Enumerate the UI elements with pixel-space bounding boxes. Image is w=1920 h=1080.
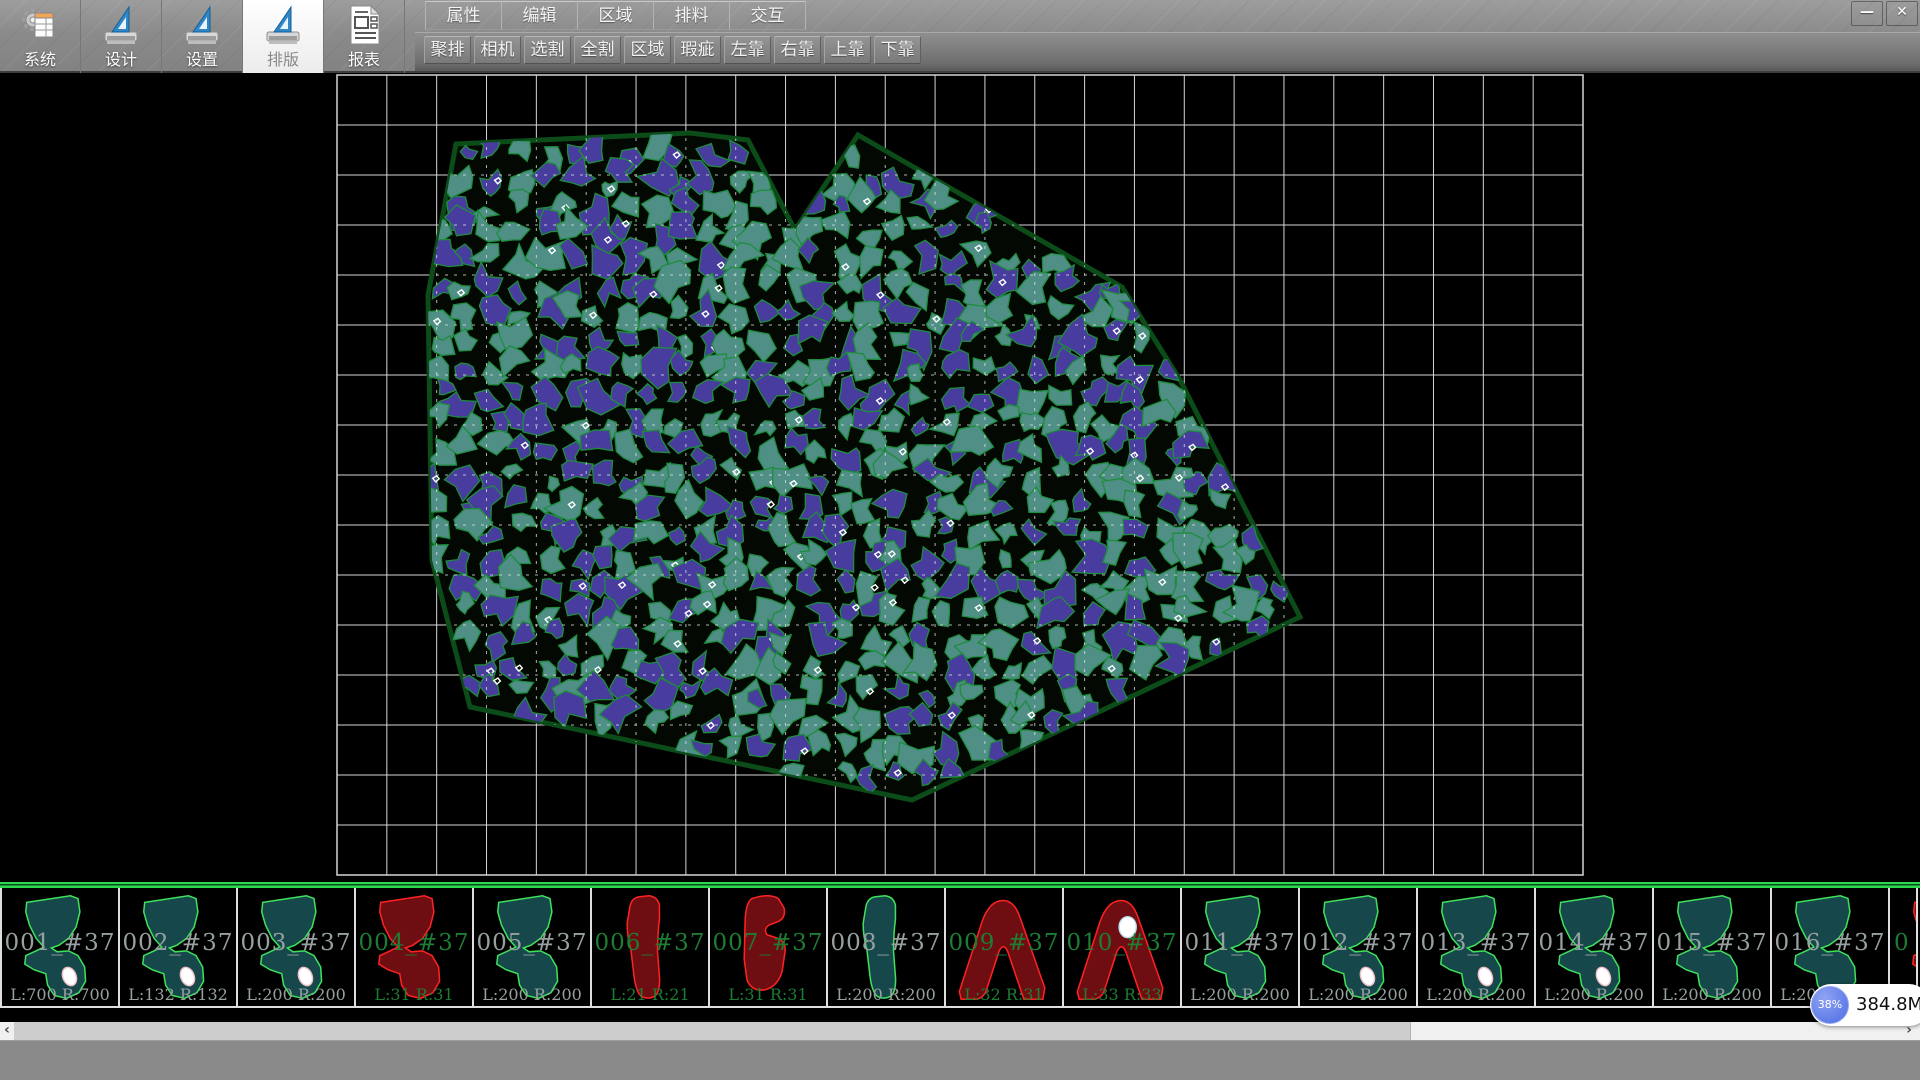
piece-thumbnail[interactable]: 002_#37 L:132 R:132 xyxy=(120,888,238,1006)
menu-tab-properties[interactable]: 属性 xyxy=(425,1,502,30)
piece-id-label: 016_#37 xyxy=(1772,930,1888,956)
memory-usage-label: 384.8M xyxy=(1856,984,1920,1026)
piece-thumbnail[interactable]: 004_#37 L:31 R:31 xyxy=(356,888,474,1006)
tool-button-align-top[interactable]: 上靠 xyxy=(824,36,871,64)
piece-count-label: L:200 R:200 xyxy=(1182,985,1298,1004)
menu-tab-edit[interactable]: 编辑 xyxy=(501,1,578,30)
menu-tab-interact[interactable]: 交互 xyxy=(729,1,806,30)
window-controls: — ✕ xyxy=(1851,1,1918,26)
piece-id-label: 013_#37 xyxy=(1418,930,1534,956)
piece-count-label: L:31 R:31 xyxy=(710,985,826,1004)
toolbar-button-label: 排版 xyxy=(243,46,323,70)
toolbar-button-label: 系统 xyxy=(0,46,80,70)
nesting-canvas[interactable] xyxy=(0,73,1920,882)
piece-id-label: 009_#37 xyxy=(946,930,1062,956)
toolbar-button-report[interactable]: 报表 xyxy=(324,0,405,73)
piece-id-label: 014_#37 xyxy=(1536,930,1652,956)
menu-tab-bar: 属性编辑区域排料交互 xyxy=(425,1,805,30)
piece-thumbnail[interactable]: 001_#37 L:700 R:700 xyxy=(2,888,120,1006)
toolbar-button-label: 设置 xyxy=(162,46,242,70)
piece-thumbnail[interactable]: 006_#37 L:21 R:21 xyxy=(592,888,710,1006)
piece-count-label: L:200 R:200 xyxy=(474,985,590,1004)
status-badge: 38% 384.8M xyxy=(1810,984,1920,1026)
piece-count-label: L:132 R:132 xyxy=(120,985,236,1004)
app-toolbar: 系统 设计 设置 排版 报表 xyxy=(0,0,405,73)
toolbar-button-nesting[interactable]: 排版 xyxy=(243,0,324,73)
nesting-drawing xyxy=(0,73,1920,882)
piece-id-label: 015_#37 xyxy=(1654,930,1770,956)
piece-id-label: 002_#37 xyxy=(120,930,236,956)
piece-id-label: 004_#37 xyxy=(356,930,472,956)
piece-thumbnail[interactable]: 011_#37 L:200 R:200 xyxy=(1182,888,1300,1006)
piece-count-label: L:31 R:31 xyxy=(356,985,472,1004)
scroll-left-arrow[interactable]: ‹ xyxy=(0,1022,14,1040)
piece-count-label: L:200 R:200 xyxy=(238,985,354,1004)
toolbar-button-label: 设计 xyxy=(81,46,161,70)
progress-percent-badge: 38% xyxy=(1811,986,1849,1024)
settings-ruler-icon xyxy=(182,3,222,47)
piece-thumbnail[interactable]: 015_#37 L:200 R:200 xyxy=(1654,888,1772,1006)
toolbar-button-settings[interactable]: 设置 xyxy=(162,0,243,73)
piece-count-label: L:200 R:200 xyxy=(1418,985,1534,1004)
system-gear-icon xyxy=(20,3,60,47)
status-bar xyxy=(0,1040,1920,1080)
toolbar-button-system[interactable]: 系统 xyxy=(0,0,81,73)
tool-button-defect[interactable]: 瑕疵 xyxy=(674,36,721,64)
menu-tab-material[interactable]: 排料 xyxy=(653,1,730,30)
minimize-button[interactable]: — xyxy=(1851,1,1883,26)
piece-count-label: L:21 R:21 xyxy=(592,985,708,1004)
piece-thumbnail[interactable]: 008_#37 L:200 R:200 xyxy=(828,888,946,1006)
piece-thumbnail[interactable]: 003_#37 L:200 R:200 xyxy=(238,888,356,1006)
piece-id-label: 010_#37 xyxy=(1064,930,1180,956)
piece-thumbnail[interactable]: 014_#37 L:200 R:200 xyxy=(1536,888,1654,1006)
report-doc-icon xyxy=(344,3,384,47)
piece-thumbnail-list: 001_#37L:700 R:700002_#37L:132 R:132003_… xyxy=(0,888,1918,1008)
toolbar-button-label: 报表 xyxy=(324,46,404,70)
piece-count-label: L:700 R:700 xyxy=(2,985,118,1004)
piece-id-label: 012_#37 xyxy=(1300,930,1416,956)
piece-count-label: L:200 R:200 xyxy=(1300,985,1416,1004)
piece-id-label: 0 xyxy=(1890,930,1916,956)
pieces-strip: 001_#37L:700 R:700002_#37L:132 R:132003_… xyxy=(0,882,1920,1022)
piece-count-label: L:200 R:200 xyxy=(1536,985,1652,1004)
piece-count-label: L:33 R:33 xyxy=(1064,985,1180,1004)
piece-count-label: L:200 R:200 xyxy=(1654,985,1770,1004)
piece-id-label: 005_#37 xyxy=(474,930,590,956)
piece-count-label: L:32 R:31 xyxy=(946,985,1062,1004)
design-ruler-icon xyxy=(101,3,141,47)
piece-id-label: 001_#37 xyxy=(2,930,118,956)
close-button[interactable]: ✕ xyxy=(1886,1,1918,26)
piece-id-label: 011_#37 xyxy=(1182,930,1298,956)
horizontal-scrollbar[interactable]: ‹ › xyxy=(0,1022,1920,1040)
tool-button-select-cut[interactable]: 选割 xyxy=(524,36,571,64)
piece-id-label: 003_#37 xyxy=(238,930,354,956)
tool-button-region[interactable]: 区域 xyxy=(624,36,671,64)
piece-thumbnail[interactable]: 007_#37 L:31 R:31 xyxy=(710,888,828,1006)
tool-button-align-left[interactable]: 左靠 xyxy=(724,36,771,64)
titlebar: 系统 设计 设置 排版 报表 属性编辑区域排料交互 聚排相机选割全割区域瑕疵左靠… xyxy=(0,0,1920,73)
piece-thumbnail[interactable]: 010_#37 L:33 R:33 xyxy=(1064,888,1182,1006)
scrollbar-thumb[interactable] xyxy=(14,1022,1411,1040)
piece-id-label: 006_#37 xyxy=(592,930,708,956)
app-window: 系统 设计 设置 排版 报表 属性编辑区域排料交互 聚排相机选割全割区域瑕疵左靠… xyxy=(0,0,1920,1080)
menu-tab-region[interactable]: 区域 xyxy=(577,1,654,30)
nesting-ruler-icon xyxy=(263,3,303,47)
tool-button-cluster-nest[interactable]: 聚排 xyxy=(424,36,471,64)
piece-thumbnail[interactable]: 009_#37 L:32 R:31 xyxy=(946,888,1064,1006)
piece-count-label: L:200 R:200 xyxy=(828,985,944,1004)
piece-thumbnail[interactable]: 005_#37 L:200 R:200 xyxy=(474,888,592,1006)
piece-thumbnail[interactable]: 013_#37 L:200 R:200 xyxy=(1418,888,1536,1006)
tool-button-cut-all[interactable]: 全割 xyxy=(574,36,621,64)
piece-id-label: 008_#37 xyxy=(828,930,944,956)
tool-button-align-right[interactable]: 右靠 xyxy=(774,36,821,64)
piece-thumbnail[interactable]: 012_#37 L:200 R:200 xyxy=(1300,888,1418,1006)
tool-button-camera[interactable]: 相机 xyxy=(474,36,521,64)
toolbar-button-design[interactable]: 设计 xyxy=(81,0,162,73)
piece-id-label: 007_#37 xyxy=(710,930,826,956)
tool-button-bar: 聚排相机选割全割区域瑕疵左靠右靠上靠下靠 xyxy=(424,36,921,64)
tool-button-align-bottom[interactable]: 下靠 xyxy=(874,36,921,64)
